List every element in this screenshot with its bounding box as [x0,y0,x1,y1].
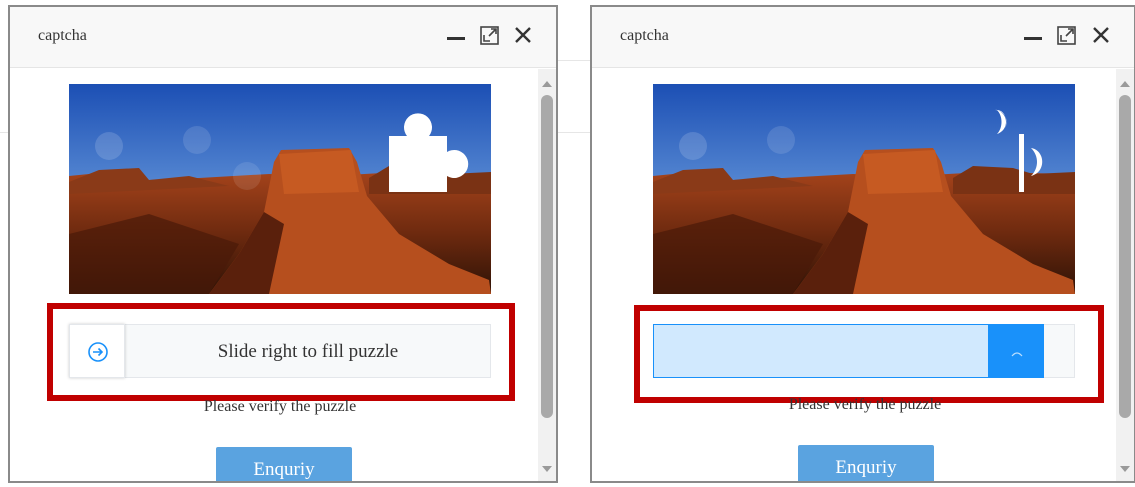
verify-message: Please verify the puzzle [203,398,357,415]
enquiry-button[interactable]: Enquriy [798,445,934,481]
close-icon[interactable] [1088,22,1114,48]
dialog-title: captcha [620,27,669,44]
captcha-dialog-right: captcha Please verify the puzzle Enquriy [590,5,1135,483]
slider-highlight-box [47,303,515,401]
dialog-titlebar: captcha [592,7,1134,68]
puzzle-image [69,84,491,294]
maximize-icon[interactable] [1054,22,1080,48]
slider-highlight-box [634,305,1104,403]
dialog-titlebar: captcha [10,7,556,68]
background-divider [0,132,8,133]
scrollbar[interactable] [538,69,556,481]
scrollbar[interactable] [1116,69,1134,481]
captcha-dialog-left: captcha Slide right to fill puzzle Pleas… [8,5,558,483]
dialog-title: captcha [38,27,87,44]
minimize-icon[interactable] [443,22,469,48]
background-divider [558,132,590,133]
scroll-up-arrow-icon[interactable] [1119,76,1131,87]
puzzle-image [653,84,1075,294]
close-icon[interactable] [510,22,536,48]
scroll-down-arrow-icon[interactable] [1119,461,1131,472]
background-divider [558,60,590,61]
enquiry-button[interactable]: Enquriy [216,447,352,481]
minimize-icon[interactable] [1020,22,1046,48]
scroll-thumb[interactable] [1119,95,1131,418]
verify-message: Please verify the puzzle [788,396,942,413]
scroll-thumb[interactable] [541,95,553,418]
maximize-icon[interactable] [477,22,503,48]
scroll-up-arrow-icon[interactable] [541,76,553,87]
scroll-down-arrow-icon[interactable] [541,461,553,472]
